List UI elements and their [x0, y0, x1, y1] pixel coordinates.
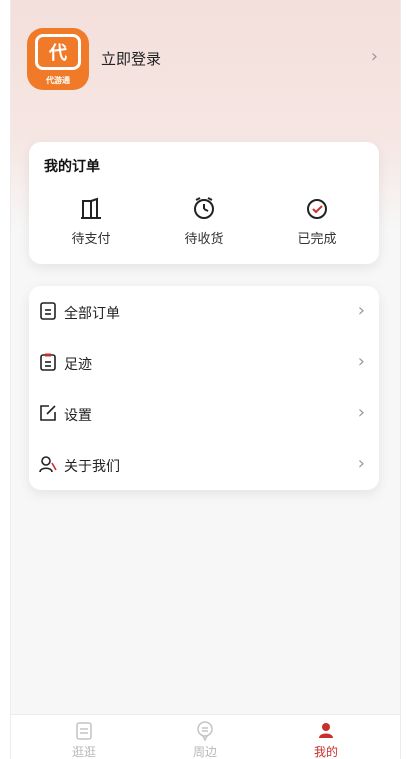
- order-pending-payment-label: 待支付: [71, 232, 111, 247]
- login-row[interactable]: 代 代游通 立即登录 ›: [11, 20, 400, 98]
- alarm-clock-icon: [194, 197, 214, 219]
- users-icon: [39, 456, 57, 473]
- person-icon: [319, 723, 333, 738]
- menu-item-label: 足迹: [64, 357, 92, 373]
- menu-card: 全部订单 › 足迹 › 设置 › 关于我们 ›: [29, 286, 379, 490]
- login-label[interactable]: 立即登录: [101, 48, 161, 69]
- door-icon: [81, 197, 101, 219]
- tab-nearby[interactable]: 周边: [165, 715, 245, 759]
- list-icon: [40, 302, 56, 320]
- edit-icon: [40, 405, 56, 421]
- menu-item-label: 设置: [64, 408, 92, 424]
- logo-mark: 代: [35, 34, 81, 70]
- document-icon: [76, 722, 92, 740]
- chevron-right-icon: ›: [370, 46, 378, 67]
- chevron-right-icon: ›: [357, 453, 365, 474]
- order-pending-payment[interactable]: 待支付: [41, 196, 141, 252]
- tab-browse[interactable]: 逛逛: [44, 715, 124, 759]
- tab-label: 逛逛: [71, 745, 96, 759]
- order-completed[interactable]: 已完成: [267, 196, 367, 252]
- check-circle-icon: [307, 199, 327, 219]
- chevron-right-icon: ›: [357, 402, 365, 423]
- clipboard-icon: [40, 353, 56, 371]
- location-pin-icon: [197, 721, 213, 741]
- tab-label: 我的: [313, 745, 338, 759]
- logo-glyph: 代: [49, 43, 67, 64]
- menu-item-settings[interactable]: 设置 ›: [29, 388, 379, 439]
- menu-item-about-us[interactable]: 关于我们 ›: [29, 439, 379, 490]
- orders-title: 我的订单: [44, 159, 100, 175]
- order-pending-receipt-label: 待收货: [184, 232, 224, 247]
- tab-mine[interactable]: 我的: [286, 715, 366, 759]
- chevron-right-icon: ›: [357, 300, 365, 321]
- menu-item-label: 关于我们: [64, 459, 120, 475]
- logo-text: 代游通: [46, 76, 70, 85]
- tab-label: 周边: [192, 745, 217, 759]
- menu-item-footprint[interactable]: 足迹 ›: [29, 337, 379, 388]
- app-frame: 代 代游通 立即登录 › 我的订单 待支付 待收货 已完成 全部订单 › 足迹 …: [10, 0, 401, 759]
- app-logo: 代 代游通: [27, 28, 89, 90]
- order-completed-label: 已完成: [297, 232, 337, 247]
- menu-item-all-orders[interactable]: 全部订单 ›: [29, 286, 379, 337]
- bottom-tab-bar: 逛逛 周边 我的: [11, 714, 400, 759]
- order-pending-receipt[interactable]: 待收货: [154, 196, 254, 252]
- menu-item-label: 全部订单: [64, 306, 120, 322]
- chevron-right-icon: ›: [357, 351, 365, 372]
- orders-card: 我的订单 待支付 待收货 已完成: [29, 142, 379, 264]
